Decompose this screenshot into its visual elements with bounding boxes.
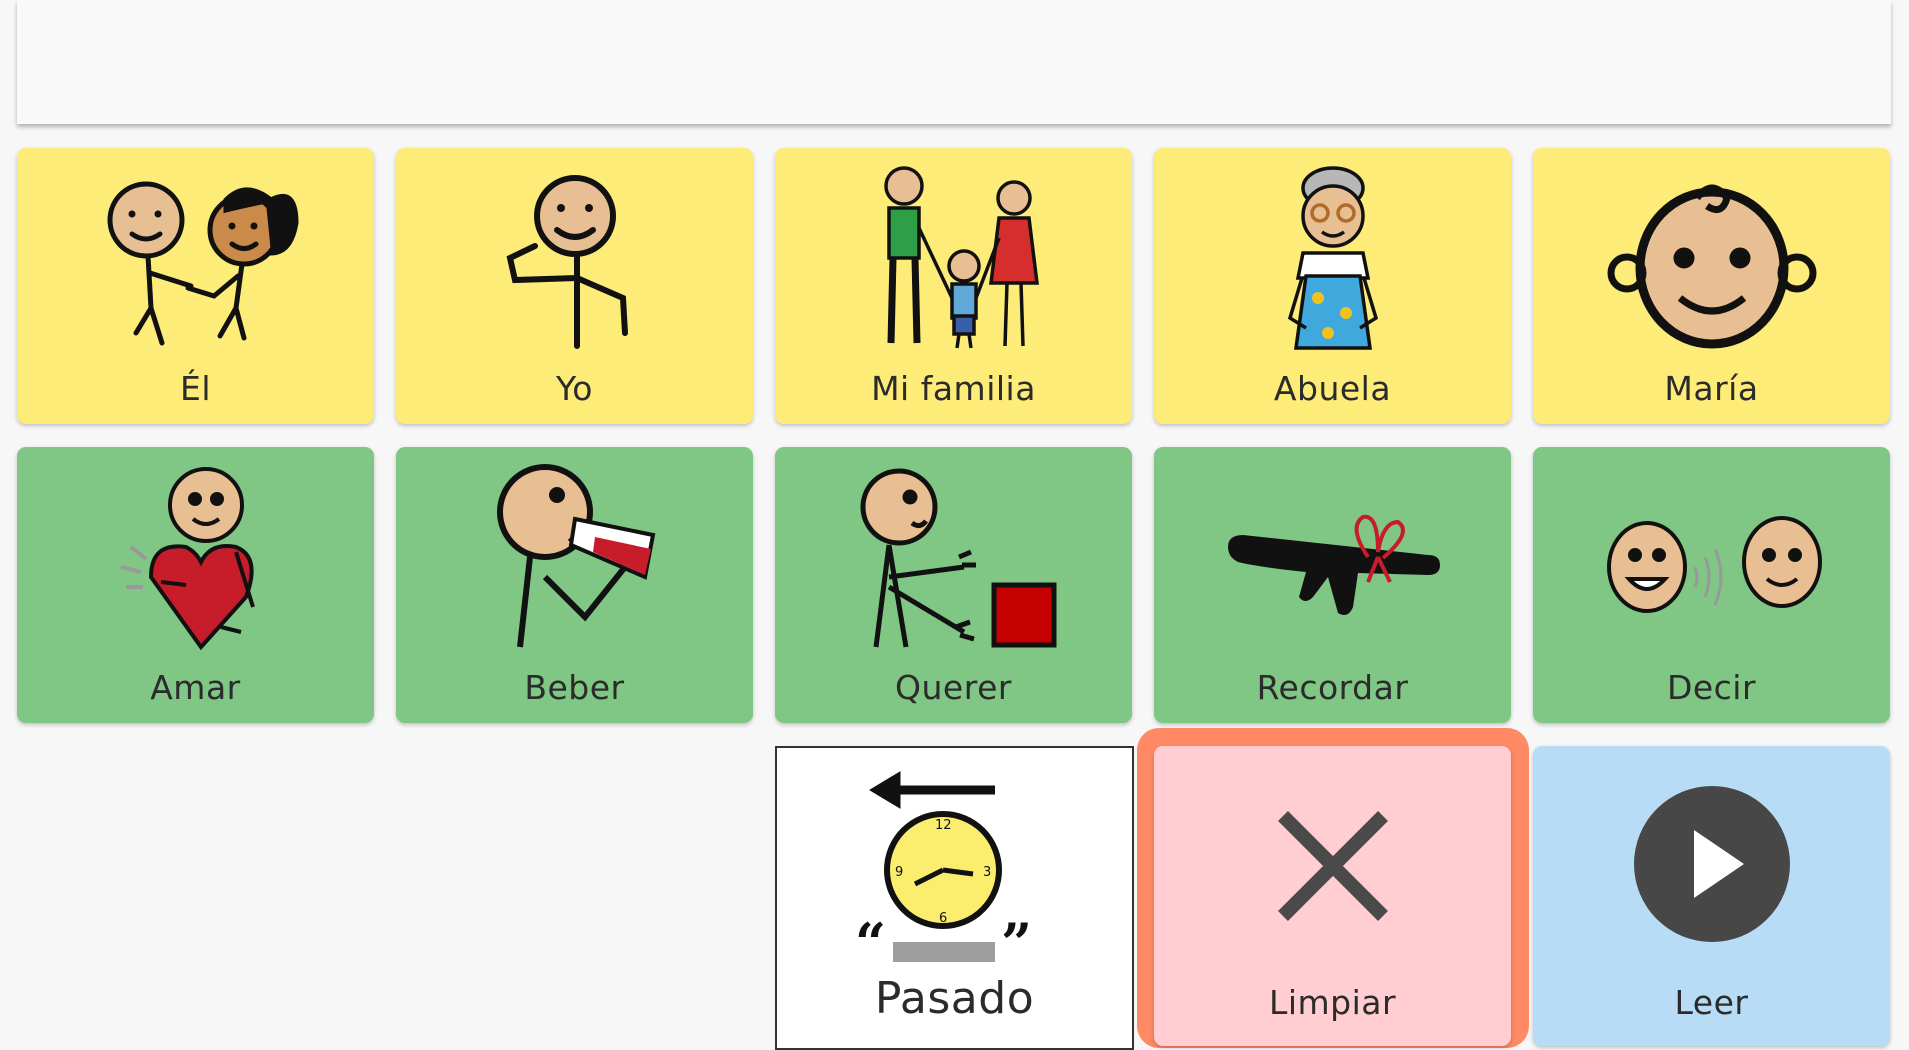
tile-label: Querer xyxy=(895,668,1012,707)
tile-pasado[interactable]: 12 3 6 9 “ ” Pasado xyxy=(775,746,1134,1050)
person-pointing-self-icon xyxy=(506,175,628,349)
person-reaching-box-icon xyxy=(860,468,1056,648)
tile-label: Pasado xyxy=(874,973,1035,1024)
read-button[interactable]: Leer xyxy=(1533,746,1890,1046)
clock-past-arrow-icon: 12 3 6 9 “ ” xyxy=(855,771,1032,962)
tile-amar[interactable]: Amar xyxy=(17,447,374,723)
tile-maria[interactable]: María xyxy=(1533,148,1890,424)
grandmother-icon xyxy=(1287,166,1378,350)
family-icon xyxy=(883,166,1039,349)
tile-label: Amar xyxy=(150,668,241,707)
tile-yo[interactable]: Yo xyxy=(396,148,753,424)
tile-decir[interactable]: Decir xyxy=(1533,447,1890,723)
two-people-pointing-icon xyxy=(107,181,299,346)
svg-text:3: 3 xyxy=(983,865,991,880)
tile-label: Limpiar xyxy=(1268,983,1397,1022)
tile-label: Yo xyxy=(556,369,593,408)
play-icon xyxy=(1633,786,1790,942)
tile-querer[interactable]: Querer xyxy=(775,447,1132,723)
tile-el[interactable]: Él xyxy=(17,148,374,424)
tile-recordar[interactable]: Recordar xyxy=(1154,447,1511,723)
tile-label: Decir xyxy=(1666,668,1757,707)
tile-label: Él xyxy=(179,369,212,408)
close-icon xyxy=(1277,811,1388,921)
svg-text:6: 6 xyxy=(939,911,947,926)
svg-text:9: 9 xyxy=(895,865,903,880)
tile-label: Leer xyxy=(1674,983,1749,1022)
tile-abuela[interactable]: Abuela xyxy=(1154,148,1511,424)
person-hugging-heart-icon xyxy=(120,467,255,651)
tile-label: Mi familia xyxy=(871,369,1036,408)
finger-with-ribbon-icon xyxy=(1227,514,1440,615)
tile-label: Recordar xyxy=(1256,668,1409,707)
girl-face-icon xyxy=(1607,184,1816,349)
tile-label: María xyxy=(1664,369,1759,408)
svg-text:12: 12 xyxy=(935,818,952,833)
person-drinking-icon xyxy=(496,464,655,648)
tile-mi-familia[interactable]: Mi familia xyxy=(775,148,1132,424)
tile-label: Abuela xyxy=(1273,369,1392,408)
tile-beber[interactable]: Beber xyxy=(396,447,753,723)
svg-text:”: ” xyxy=(1001,911,1032,962)
two-faces-talking-icon xyxy=(1606,516,1822,613)
svg-text:“: “ xyxy=(855,911,886,962)
clear-button[interactable]: Limpiar xyxy=(1154,746,1511,1046)
tile-label: Beber xyxy=(524,668,625,707)
message-bar[interactable] xyxy=(17,0,1891,124)
